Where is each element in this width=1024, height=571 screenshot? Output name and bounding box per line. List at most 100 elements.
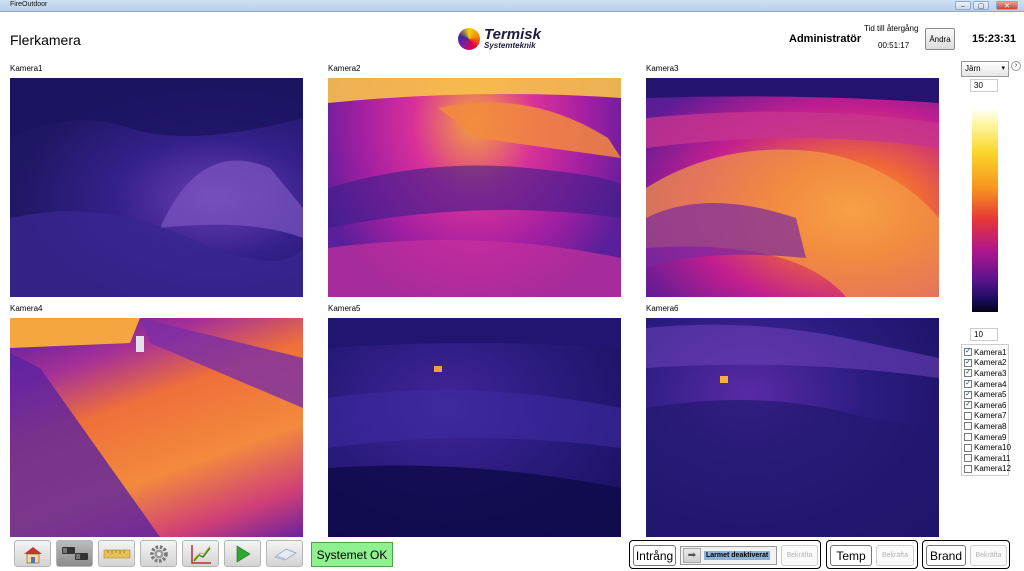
temperature-alarm-group: Temp Bekräfta xyxy=(826,540,918,569)
camera-checkbox[interactable]: ✓ xyxy=(964,401,972,410)
intrusion-button[interactable]: Intrång xyxy=(633,545,676,566)
camera-list-item[interactable]: Kamera12 xyxy=(962,464,1011,475)
play-icon xyxy=(236,544,251,563)
user-name: Administratör xyxy=(789,33,862,45)
camera-6-thermal-image xyxy=(646,324,939,537)
cameras-icon xyxy=(61,546,88,560)
camera-checkbox[interactable] xyxy=(964,443,972,452)
camera-view-4[interactable] xyxy=(10,318,303,537)
camera-list-item[interactable]: ✓ Kamera5 xyxy=(962,389,1008,400)
camera-list-label: Kamera4 xyxy=(974,379,1007,389)
camera-checkbox[interactable] xyxy=(964,433,972,442)
camera-list-label: Kamera2 xyxy=(974,358,1007,368)
settings-button[interactable] xyxy=(140,540,177,567)
eraser-icon xyxy=(273,548,297,560)
color-scale-bar xyxy=(972,108,998,312)
camera-label-6: Kamera6 xyxy=(646,304,679,313)
scale-min-input[interactable]: 10 xyxy=(970,328,998,341)
window-title: FireOutdoor xyxy=(10,1,48,8)
alarm-deactivated-indicator: ➡ Larmet deaktiverat xyxy=(680,546,777,565)
multicamera-button[interactable] xyxy=(56,540,93,567)
camera-view-2[interactable] xyxy=(328,78,621,297)
title-bar: FireOutdoor – ▢ ✕ xyxy=(0,0,1024,12)
camera-list-item[interactable]: ✓ Kamera2 xyxy=(962,358,1008,369)
chart-button[interactable] xyxy=(182,540,219,567)
fire-button[interactable]: Brand xyxy=(926,545,966,566)
time-to-return-value: 00:51:17 xyxy=(878,41,910,50)
intrusion-alarm-group: Intrång ➡ Larmet deaktiverat Bekräfta xyxy=(629,540,821,569)
camera-5-thermal-image xyxy=(328,318,621,537)
alarm-deactivated-text: Larmet deaktiverat xyxy=(704,551,771,560)
palette-select[interactable]: Järn ▾ xyxy=(961,61,1009,77)
temperature-button[interactable]: Temp xyxy=(830,545,872,566)
camera-list-label: Kamera7 xyxy=(974,411,1007,421)
camera-2-thermal-image xyxy=(328,78,621,297)
palette-value: Järn xyxy=(965,64,981,73)
camera-3-thermal-image xyxy=(646,78,939,297)
chevron-down-icon: ▾ xyxy=(1001,65,1005,72)
camera-list-item[interactable]: Kamera11 xyxy=(962,453,1011,464)
change-button[interactable]: Ändra xyxy=(925,28,955,50)
camera-checkbox[interactable]: ✓ xyxy=(964,390,972,399)
logo-disk-icon xyxy=(458,28,480,50)
camera-list-label: Kamera10 xyxy=(974,443,1011,453)
next-arrow-icon[interactable]: › xyxy=(1011,61,1021,71)
camera-list-label: Kamera12 xyxy=(974,464,1011,474)
camera-label-3: Kamera3 xyxy=(646,64,679,73)
arrow-right-icon: ➡ xyxy=(683,548,701,563)
measure-button[interactable] xyxy=(98,540,135,567)
camera-list-item[interactable]: Kamera9 xyxy=(962,432,1008,443)
chart-icon xyxy=(190,544,211,564)
camera-checkbox[interactable] xyxy=(964,464,972,473)
ruler-icon xyxy=(103,549,130,558)
camera-view-3[interactable] xyxy=(646,78,939,297)
clock: 15:23:31 xyxy=(972,33,1017,45)
main-window: FireOutdoor – ▢ ✕ Flerkamera Termisk Sys… xyxy=(0,0,1024,571)
logo-line2: Systemteknik xyxy=(484,41,536,50)
camera-list-label: Kamera5 xyxy=(974,390,1007,400)
camera-list-item[interactable]: Kamera8 xyxy=(962,421,1008,432)
intrusion-acknowledge-button[interactable]: Bekräfta xyxy=(781,545,818,566)
camera-label-2: Kamera2 xyxy=(328,64,361,73)
camera-list-item[interactable]: ✓ Kamera4 xyxy=(962,379,1008,390)
termisk-logo: Termisk Systemteknik xyxy=(458,26,568,53)
camera-checkbox[interactable]: ✓ xyxy=(964,380,972,389)
camera-view-1[interactable] xyxy=(10,78,303,297)
camera-checkbox[interactable] xyxy=(964,454,972,463)
camera-checkbox[interactable] xyxy=(964,411,972,420)
fire-acknowledge-button[interactable]: Bekräfta xyxy=(970,545,1007,566)
camera-label-1: Kamera1 xyxy=(10,64,43,73)
maximize-button[interactable]: ▢ xyxy=(973,1,989,10)
home-button[interactable] xyxy=(14,540,51,567)
camera-list-item[interactable]: ✓ Kamera3 xyxy=(962,368,1008,379)
camera-list-item[interactable]: ✓ Kamera1 xyxy=(962,347,1008,358)
fire-alarm-group: Brand Bekräfta xyxy=(922,540,1010,569)
play-button[interactable] xyxy=(224,540,261,567)
camera-list-label: Kamera1 xyxy=(974,347,1007,357)
camera-label-4: Kamera4 xyxy=(10,304,43,313)
camera-list-item[interactable]: ✓ Kamera6 xyxy=(962,400,1008,411)
camera-list-label: Kamera8 xyxy=(974,421,1007,431)
house-icon xyxy=(23,546,42,563)
scale-max-input[interactable]: 30 xyxy=(970,79,998,92)
minimize-button[interactable]: – xyxy=(955,1,971,10)
camera-view-6[interactable] xyxy=(646,318,939,537)
camera-checkbox[interactable]: ✓ xyxy=(964,348,972,357)
camera-list-item[interactable]: Kamera10 xyxy=(962,442,1011,453)
camera-label-5: Kamera5 xyxy=(328,304,361,313)
camera-list-label: Kamera3 xyxy=(974,368,1007,378)
camera-list-label: Kamera6 xyxy=(974,400,1007,410)
page-title: Flerkamera xyxy=(10,32,81,48)
clear-button[interactable] xyxy=(266,540,303,567)
camera-list-label: Kamera11 xyxy=(974,453,1011,463)
camera-checkbox[interactable] xyxy=(964,422,972,431)
camera-view-5[interactable] xyxy=(328,318,621,537)
camera-list-item[interactable]: Kamera7 xyxy=(962,411,1008,422)
temperature-acknowledge-button[interactable]: Bekräfta xyxy=(876,545,914,566)
camera-checkbox[interactable]: ✓ xyxy=(964,369,972,378)
camera-checkbox[interactable]: ✓ xyxy=(964,358,972,367)
system-status: Systemet OK xyxy=(311,542,393,567)
close-button[interactable]: ✕ xyxy=(996,1,1018,10)
gear-icon xyxy=(149,544,168,563)
camera-list-label: Kamera9 xyxy=(974,432,1007,442)
